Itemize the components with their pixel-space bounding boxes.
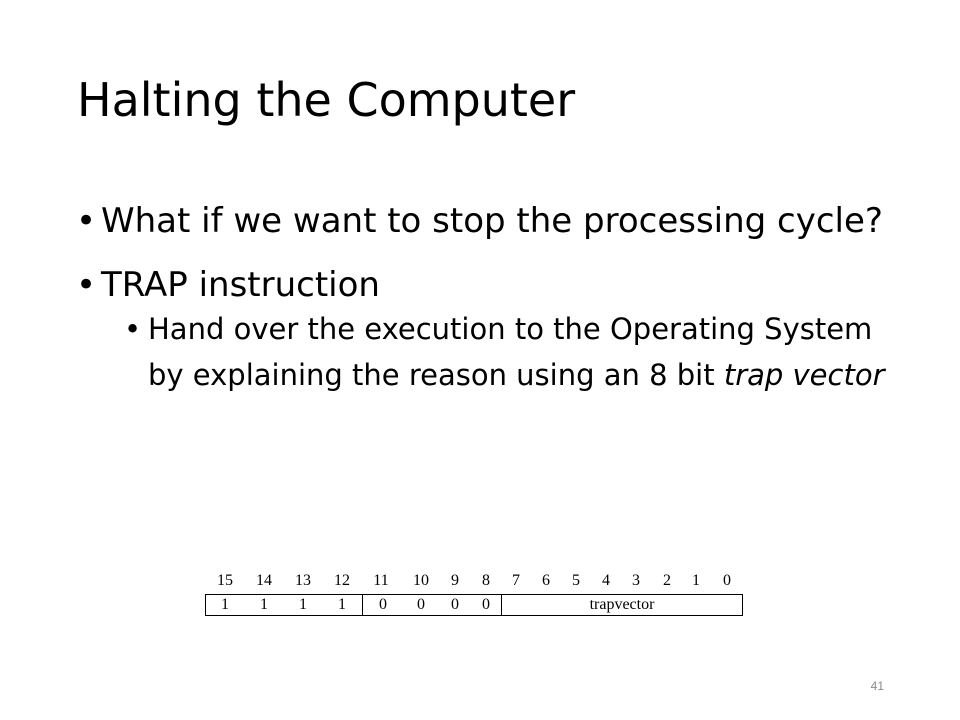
bullet-text: TRAP instruction — [101, 265, 380, 305]
trap-vector-emphasis: trap vector — [723, 358, 885, 392]
opcode-bit: 1 — [221, 596, 229, 613]
reserved-bit: 0 — [482, 596, 490, 613]
opcode-bit: 1 — [299, 596, 307, 613]
bit-number: 11 — [373, 572, 389, 589]
bit-number-row: 15 14 13 12 11 10 9 8 7 6 5 4 3 2 1 0 — [205, 572, 743, 594]
opcode-bit: 1 — [260, 596, 268, 613]
bit-number: 5 — [572, 572, 580, 589]
bit-number: 4 — [602, 572, 610, 589]
instruction-field-row: 1 1 1 1 0 0 0 0 trapvector — [205, 594, 743, 616]
trapvector-field-label: trapvector — [589, 596, 655, 613]
bit-number: 15 — [217, 572, 233, 589]
bullet-list: What if we want to stop the processing c… — [76, 196, 896, 412]
bit-number: 12 — [334, 572, 350, 589]
opcode-bit: 1 — [338, 596, 346, 613]
bit-number: 1 — [692, 572, 700, 589]
bit-number: 9 — [451, 572, 459, 589]
bit-number: 7 — [512, 572, 520, 589]
reserved-bit: 0 — [417, 596, 425, 613]
sub-bullet-trap-vector: Hand over the execution to the Operating… — [124, 306, 896, 398]
bit-number: 10 — [413, 572, 429, 589]
trap-instruction-format: 15 14 13 12 11 10 9 8 7 6 5 4 3 2 1 0 1 … — [205, 572, 743, 616]
bit-number: 13 — [295, 572, 311, 589]
bit-number: 2 — [663, 572, 671, 589]
bit-number: 0 — [723, 572, 731, 589]
reserved-bit: 0 — [379, 596, 387, 613]
bit-number: 14 — [256, 572, 272, 589]
bullet-trap-instruction: TRAP instruction Hand over the execution… — [76, 260, 896, 398]
bit-number: 6 — [542, 572, 550, 589]
sub-bullet-list: Hand over the execution to the Operating… — [101, 306, 896, 398]
slide-title: Halting the Computer — [77, 73, 576, 127]
bullet-text: What if we want to stop the processing c… — [101, 201, 883, 241]
bit-number: 3 — [632, 572, 640, 589]
opcode-divider — [362, 595, 363, 615]
bit-number: 8 — [482, 572, 490, 589]
bullet-processing-cycle: What if we want to stop the processing c… — [76, 196, 896, 246]
page-number: 41 — [870, 679, 884, 693]
reserved-bit: 0 — [451, 596, 459, 613]
